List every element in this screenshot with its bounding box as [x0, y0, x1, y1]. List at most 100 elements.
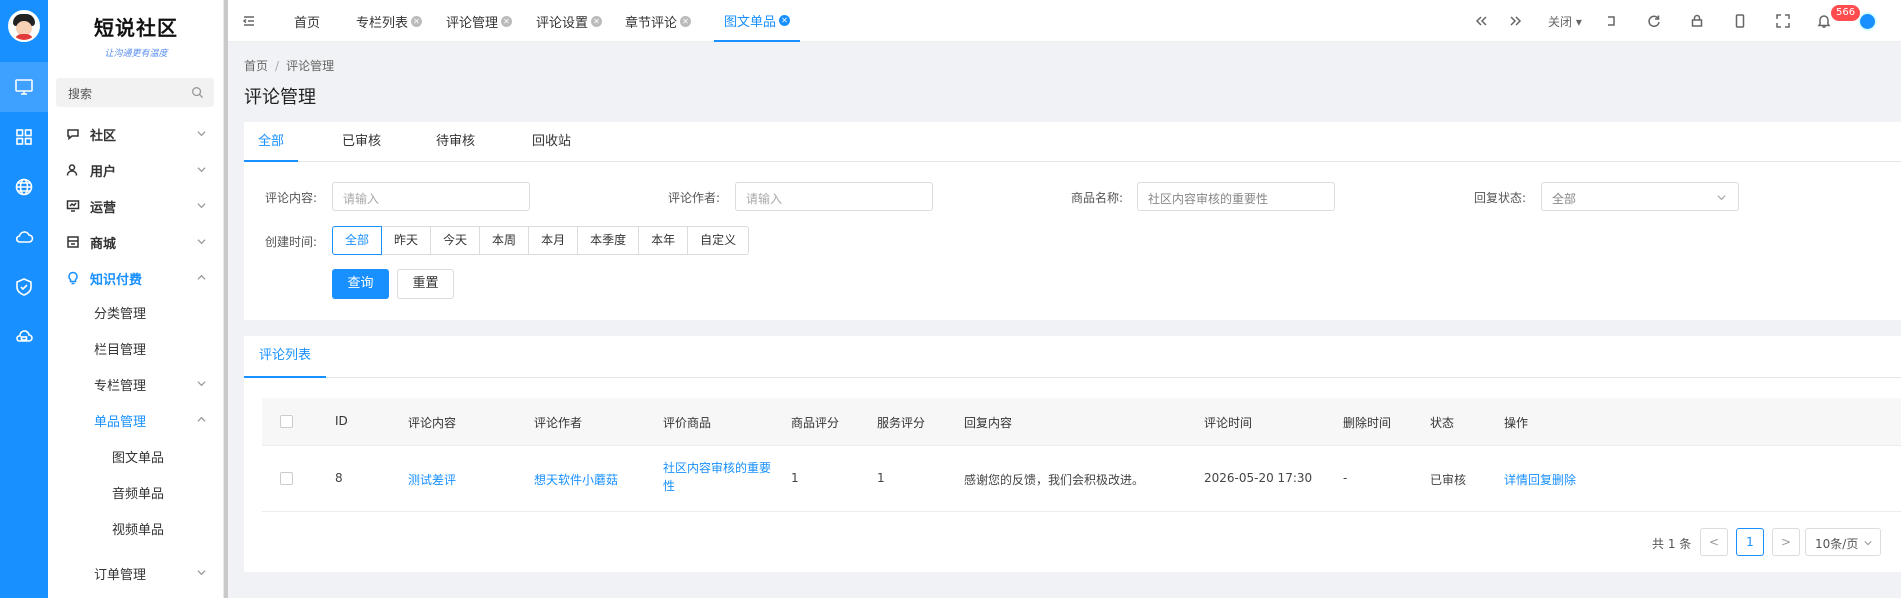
query-button[interactable]: 查询 [332, 269, 389, 299]
tab-pending[interactable]: 待审核 [436, 122, 475, 162]
lock-icon[interactable] [1689, 13, 1705, 29]
tab-home[interactable]: 首页 [294, 0, 320, 42]
refresh-icon[interactable] [1646, 13, 1662, 29]
scroll-right-icon[interactable] [1508, 13, 1524, 29]
page-button[interactable]: 1 [1736, 528, 1764, 556]
sidebar-item-lanmu[interactable]: 栏目管理 [48, 330, 224, 366]
author-input[interactable]: 请输入 [735, 182, 933, 211]
tab-tuwen-item[interactable]: 图文单品 ✕ [714, 0, 801, 42]
page-size-select[interactable]: 10条/页 [1805, 528, 1881, 556]
chevron-up-icon [197, 274, 206, 280]
time-option[interactable]: 本月 [528, 226, 579, 255]
desktop-icon[interactable] [0, 62, 48, 112]
top-bar: 首页 专栏列表 ✕ 评论管理 ✕ 评论设置 ✕ 章节评论 ✕ 图文单品 ✕ 关闭 ▾ 56… [228, 0, 1901, 42]
content-input[interactable]: 请输入 [332, 182, 530, 211]
sidebar-item-shangcheng[interactable]: 商城 [48, 224, 224, 260]
pagination-total: 共 1 条 [1652, 537, 1692, 551]
sidebar-item-shequ[interactable]: 社区 [48, 116, 224, 152]
tab-label: 评论管理 [446, 15, 499, 31]
sidebar-item-tuwen[interactable]: 图文单品 [48, 438, 224, 474]
reply-link[interactable]: 回复 [1528, 471, 1552, 488]
user-icon [66, 164, 78, 176]
tab-comment-list[interactable]: 评论列表 [244, 336, 327, 378]
detail-link[interactable]: 详情 [1504, 471, 1528, 488]
author-label: 评论作者: [668, 191, 721, 205]
tab-column-list[interactable]: 专栏列表 ✕ [356, 0, 423, 42]
content-placeholder: 请输入 [343, 192, 380, 206]
next-page-button[interactable]: > [1772, 528, 1800, 556]
sidebar-item-yonghu[interactable]: 用户 [48, 152, 224, 188]
time-option[interactable]: 全部 [332, 226, 383, 255]
column-header: 评论内容 [408, 416, 457, 430]
time-option[interactable]: 本年 [638, 226, 689, 255]
column-header: 操作 [1504, 416, 1529, 430]
table-card: 评论列表 ID 评论内容 评论作者 评价商品 商品评分 服务评分 回复内容 评论… [244, 336, 1901, 572]
avatar[interactable] [8, 10, 40, 42]
time-option[interactable]: 今天 [430, 226, 481, 255]
select-all-checkbox[interactable] [280, 415, 293, 428]
tab-label: 回收站 [532, 134, 572, 149]
sidebar-item-dingdan[interactable]: 订单管理 [48, 555, 224, 591]
cell-content[interactable]: 测试差评 [408, 471, 456, 488]
grid-icon[interactable] [0, 112, 48, 162]
cell-product[interactable]: 社区内容审核的重要 [663, 459, 771, 476]
fullscreen-icon[interactable] [1775, 13, 1791, 29]
sidebar-scrollbar[interactable] [224, 0, 228, 598]
mobile-icon[interactable] [1732, 13, 1748, 29]
tab-label: 已审核 [342, 134, 382, 149]
close-tabs-dropdown[interactable]: 关闭 ▾ [1548, 13, 1582, 30]
logo-slogan: 让沟通更有温度 [104, 49, 168, 59]
breadcrumb-current: 评论管理 [286, 59, 335, 73]
column-header: ID [335, 414, 348, 428]
tab-all[interactable]: 全部 [244, 122, 299, 162]
delete-link[interactable]: 删除 [1552, 471, 1576, 488]
close-icon[interactable]: ✕ [501, 15, 513, 27]
exit-icon[interactable] [1603, 13, 1619, 29]
reply-status-select[interactable]: 全部 [1541, 182, 1739, 211]
sidebar-item-label: 单品管理 [94, 414, 147, 430]
time-option[interactable]: 昨天 [381, 226, 432, 255]
cell-product-cont[interactable]: 性 [663, 477, 675, 494]
chevron-down-icon [197, 167, 206, 173]
sidebar-item-label: 视频单品 [112, 522, 165, 538]
product-input[interactable]: 社区内容审核的重要性 [1137, 182, 1335, 211]
globe-icon[interactable] [0, 162, 48, 212]
sidebar-item-yunying[interactable]: 运营 [48, 188, 224, 224]
close-icon[interactable]: ✕ [411, 15, 423, 27]
search-input[interactable]: 搜索 [56, 78, 214, 107]
tab-comment-settings[interactable]: 评论设置 ✕ [536, 0, 603, 42]
reset-button[interactable]: 重置 [397, 269, 454, 299]
time-option[interactable]: 本季度 [577, 226, 640, 255]
close-icon[interactable]: ✕ [680, 15, 692, 27]
shield-check-icon[interactable] [0, 262, 48, 312]
sidebar-item-fenlei[interactable]: 分类管理 [48, 294, 224, 330]
tab-recycle[interactable]: 回收站 [532, 122, 571, 162]
search-icon [192, 87, 204, 99]
tab-comment-mgmt[interactable]: 评论管理 ✕ [446, 0, 513, 42]
sidebar-item-zhishi[interactable]: 知识付费 [48, 260, 224, 296]
row-checkbox[interactable] [280, 472, 293, 485]
sidebar-item-danpin[interactable]: 单品管理 [48, 402, 224, 438]
scroll-left-icon[interactable] [1473, 13, 1489, 29]
tab-approved[interactable]: 已审核 [342, 122, 381, 162]
cell-author[interactable]: 想天软件小蘑菇 [534, 471, 618, 488]
sidebar-item-yinpin[interactable]: 音频单品 [48, 474, 224, 510]
time-option[interactable]: 自定义 [687, 226, 750, 255]
prev-page-button[interactable]: < [1700, 528, 1728, 556]
collapse-menu-icon[interactable] [242, 14, 256, 28]
sidebar-item-zhuanlan[interactable]: 专栏管理 [48, 366, 224, 402]
close-icon[interactable]: ✕ [591, 15, 603, 27]
page-size-value: 10条/页 [1815, 537, 1859, 551]
cloud-icon[interactable] [0, 212, 48, 262]
bell-icon[interactable] [1816, 13, 1832, 29]
tab-chapter-comment[interactable]: 章节评论 ✕ [625, 0, 692, 42]
column-header: 评论作者 [534, 416, 583, 430]
cloud-server-icon[interactable] [0, 312, 48, 362]
close-icon[interactable]: ✕ [779, 14, 791, 26]
column-header: 回复内容 [964, 416, 1013, 430]
status-tabs: 全部 已审核 待审核 回收站 [244, 122, 1901, 162]
user-avatar[interactable] [1858, 12, 1877, 31]
breadcrumb-home[interactable]: 首页 [244, 59, 268, 73]
time-option[interactable]: 本周 [479, 226, 530, 255]
sidebar-item-shipin[interactable]: 视频单品 [48, 510, 224, 546]
